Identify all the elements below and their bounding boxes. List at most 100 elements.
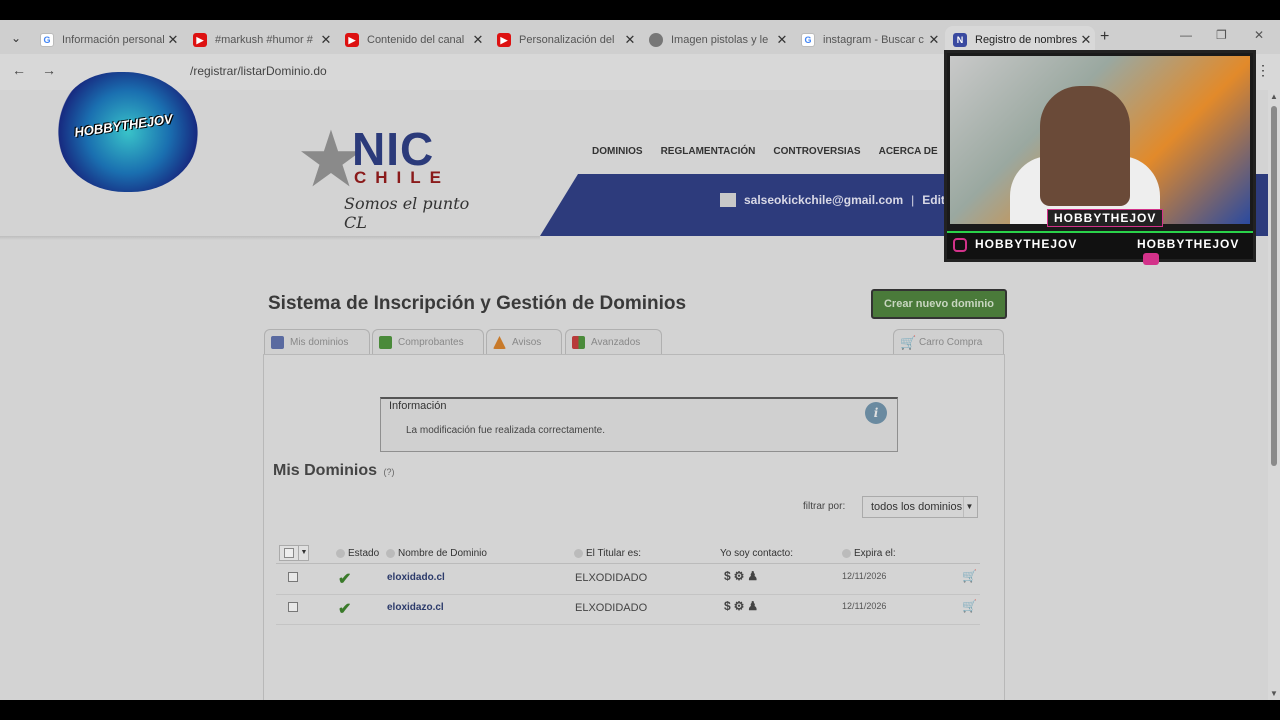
col-estado[interactable]: Estado	[336, 548, 379, 559]
close-icon[interactable]: ✕	[1077, 32, 1095, 48]
table-header: ▼ Estado Nombre de Dominio El Titular es…	[276, 542, 980, 564]
avatar	[720, 193, 736, 207]
arrows-icon	[572, 336, 585, 349]
browser-tab[interactable]: Imagen pistolas y le ✕	[641, 26, 791, 54]
tab-title: #markush #humor #	[215, 34, 313, 46]
col-label: El Titular es:	[586, 548, 642, 559]
nic-icon: N	[953, 33, 967, 47]
browser-tab[interactable]: ▶ Personalización del ✕	[489, 26, 639, 54]
url-field[interactable]: /registrar/listarDominio.do	[190, 64, 327, 78]
section-tabs: Mis dominios Comprobantes Avisos Avanzad…	[264, 329, 1005, 355]
page-title: Sistema de Inscripción y Gestión de Domi…	[268, 293, 687, 314]
create-domain-button[interactable]: Crear nuevo dominio	[871, 289, 1007, 319]
user-email[interactable]: salseokickchile@gmail.com	[744, 193, 903, 207]
section-title-text: Mis Dominios	[273, 462, 378, 479]
warning-icon	[493, 336, 506, 349]
youtube-text: HOBBYTHEJOV	[1137, 237, 1240, 251]
person-head	[1040, 86, 1130, 206]
tab-label: Mis dominios	[290, 337, 349, 348]
info-message: La modificación fue realizada correctame…	[406, 425, 605, 436]
tab-label: Avanzados	[591, 337, 641, 348]
nic-chile-logo[interactable]: ★ NIC CHILE Somos el punto CL	[296, 120, 486, 232]
tab-strip: ⌄ G Información personal ✕ ▶ #markush #h…	[0, 20, 1280, 54]
window-close-icon[interactable]: ✕	[1254, 28, 1264, 42]
col-nombre[interactable]: Nombre de Dominio	[386, 548, 487, 559]
tab-mis-dominios[interactable]: Mis dominios	[264, 329, 370, 355]
close-icon[interactable]: ✕	[925, 32, 943, 48]
scroll-down-icon[interactable]: ▼	[1270, 689, 1278, 698]
back-arrow-icon[interactable]: ←	[12, 62, 26, 78]
header-shadow	[0, 236, 540, 240]
scrollbar[interactable]: ▲ ▼	[1268, 90, 1280, 700]
close-icon[interactable]: ✕	[621, 32, 639, 48]
info-icon: i	[865, 402, 887, 424]
instagram-icon	[953, 237, 967, 252]
check-icon: ✔	[338, 601, 352, 618]
stream-logo-overlay: HOBBYTHEJOV	[48, 62, 208, 202]
filter-select[interactable]: todos los dominios ▼	[862, 496, 978, 518]
row-checkbox[interactable]	[288, 572, 298, 582]
help-link[interactable]: (?)	[383, 467, 394, 477]
close-icon[interactable]: ✕	[773, 32, 791, 48]
instagram-text: HOBBYTHEJOV	[975, 237, 1078, 251]
tab-avisos[interactable]: Avisos	[486, 329, 562, 355]
table-row: ✔ eloxidazo.cl ELXODIDADO $⚙♟ 12/11/2026…	[276, 595, 980, 625]
menu-dots-icon[interactable]: ⋮	[1256, 62, 1270, 79]
tab-title: Imagen pistolas y le	[671, 34, 769, 46]
nav-controversias[interactable]: CONTROVERSIAS	[773, 146, 860, 157]
tab-title: Información personal	[62, 34, 164, 46]
info-message-box: Información La modificación fue realizad…	[380, 397, 898, 452]
main-nav: DOMINIOS REGLAMENTACIÓN CONTROVERSIAS AC…	[592, 146, 987, 157]
contact-roles-icons[interactable]: $⚙♟	[724, 599, 761, 613]
youtube-icon: ▶	[345, 33, 359, 47]
nav-reglamentacion[interactable]: REGLAMENTACIÓN	[661, 146, 756, 157]
new-tab-button[interactable]: +	[1100, 28, 1109, 46]
contact-roles-icons[interactable]: $⚙♟	[724, 569, 761, 583]
scroll-thumb[interactable]	[1271, 106, 1277, 466]
browser-tab[interactable]: G instagram - Buscar c ✕	[793, 26, 943, 54]
close-icon[interactable]: ✕	[469, 32, 487, 48]
logo-tagline: Somos el punto CL	[344, 194, 470, 232]
tab-comprobantes[interactable]: Comprobantes	[372, 329, 484, 355]
col-label: Estado	[348, 548, 380, 559]
col-titular[interactable]: El Titular es:	[574, 548, 641, 559]
close-icon[interactable]: ✕	[317, 32, 335, 48]
tab-avanzados[interactable]: Avanzados	[565, 329, 662, 355]
tab-search-chevron-icon[interactable]: ⌄	[6, 28, 26, 48]
browser-tab[interactable]: G Información personal ✕	[32, 26, 182, 54]
user-box: salseokickchile@gmail.com | Editar P	[720, 193, 968, 207]
table-row: ✔ eloxidado.cl ELXODIDADO $⚙♟ 12/11/2026…	[276, 565, 980, 595]
instagram-handle: HOBBYTHEJOV	[953, 237, 1077, 252]
renew-cart-icon[interactable]: 🛒	[962, 569, 977, 583]
nav-acerca[interactable]: ACERCA DE	[879, 146, 938, 157]
select-all-checkbox[interactable]: ▼	[279, 545, 309, 561]
domain-link[interactable]: eloxidazo.cl	[387, 602, 444, 613]
maximize-icon[interactable]: ❐	[1216, 28, 1227, 42]
sort-icon	[336, 549, 345, 558]
tab-carro-compra[interactable]: 🛒 Carro Compra	[893, 329, 1004, 355]
minimize-icon[interactable]: —	[1180, 28, 1192, 42]
browser-tab[interactable]: ▶ Contenido del canal ✕	[337, 26, 487, 54]
owner-name: ELXODIDADO	[575, 602, 648, 614]
youtube-handle: HOBBYTHEJOV	[1137, 237, 1253, 265]
sort-icon	[574, 549, 583, 558]
browser-tab[interactable]: ▶ #markush #humor # ✕	[185, 26, 335, 54]
chevron-down-icon[interactable]: ▼	[298, 546, 309, 560]
col-expira[interactable]: Expira el:	[842, 548, 896, 559]
domain-link[interactable]: eloxidado.cl	[387, 572, 445, 583]
row-checkbox[interactable]	[288, 602, 298, 612]
close-icon[interactable]: ✕	[164, 32, 182, 48]
chevron-down-icon: ▼	[963, 497, 975, 517]
tab-label: Carro Compra	[919, 337, 983, 348]
webcam-video	[950, 56, 1250, 224]
receipt-icon	[379, 336, 392, 349]
nav-dominios[interactable]: DOMINIOS	[592, 146, 643, 157]
scroll-up-icon[interactable]: ▲	[1270, 92, 1278, 101]
webcam-overlay: HOBBYTHEJOV HOBBYTHEJOV HOBBYTHEJOV	[944, 50, 1256, 265]
domains-icon	[271, 336, 284, 349]
renew-cart-icon[interactable]: 🛒	[962, 599, 977, 613]
checkbox[interactable]	[284, 548, 294, 558]
col-label: Expira el:	[854, 548, 896, 559]
filter-label: filtrar por:	[803, 501, 846, 512]
google-icon: G	[801, 33, 815, 47]
